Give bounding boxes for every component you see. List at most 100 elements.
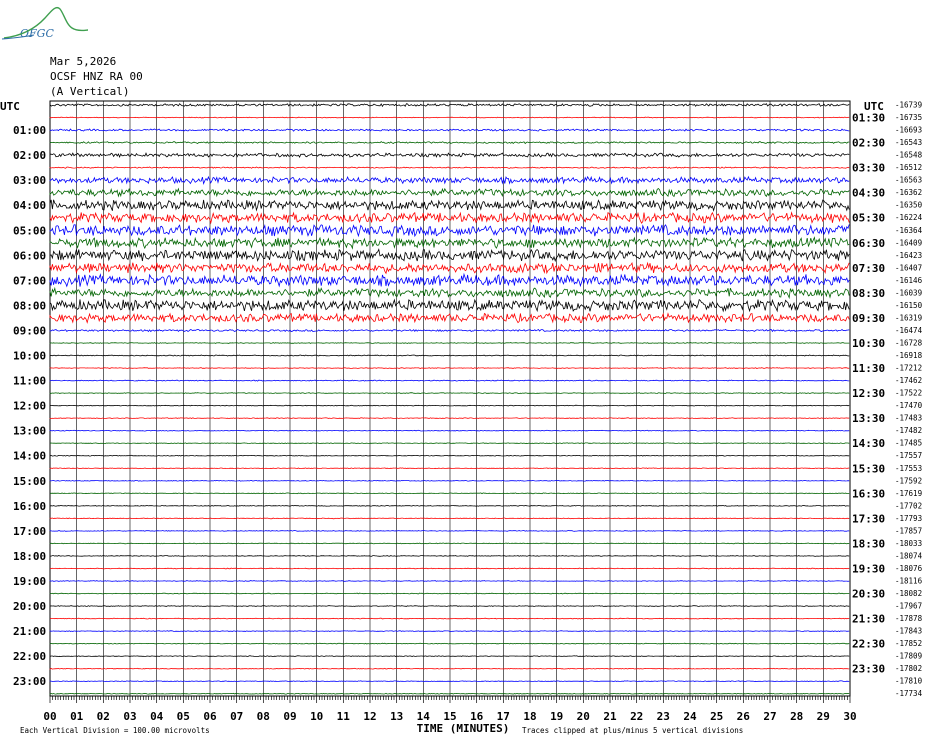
helicorder-chart: -16739 -16735 -16693 -16543 -16548 -16512 -165… (0, 100, 923, 735)
trace-offset-label: -16548 (895, 151, 923, 160)
seismic-trace (49, 272, 850, 288)
x-tick-label: 01 (70, 710, 84, 723)
trace-offset-label: -17462 (895, 376, 922, 385)
x-tick-label: 22 (630, 710, 643, 723)
trace-offset-label: -16543 (895, 138, 922, 147)
trace-offset-label: -17485 (895, 439, 922, 448)
x-tick-label: 07 (230, 710, 243, 723)
left-hour-label: 19:00 (13, 575, 46, 588)
seismic-trace (49, 236, 850, 250)
trace-offset-label: -17522 (895, 389, 922, 398)
left-hour-label: 13:00 (13, 425, 46, 438)
x-tick-label: 28 (790, 710, 803, 723)
seismic-trace (49, 530, 850, 532)
x-tick-label: 00 (43, 710, 56, 723)
trace-offset-label: -17470 (895, 401, 923, 410)
left-hour-label: 21:00 (13, 625, 46, 638)
left-hour-label: 05:00 (13, 224, 46, 237)
trace-offset-label: -16409 (895, 238, 922, 247)
seismic-trace (49, 567, 850, 570)
seismic-trace (49, 630, 850, 632)
x-tick-label: 21 (603, 710, 617, 723)
seismic-trace (49, 442, 850, 445)
trace-offset-label: -17809 (895, 652, 922, 661)
seismic-trace (49, 692, 850, 695)
right-hour-label: 10:30 (852, 337, 885, 350)
trace-offset-label: -16728 (895, 339, 923, 348)
x-tick-label: 08 (257, 710, 270, 723)
trace-offset-label: -17553 (895, 464, 922, 473)
seismic-trace (49, 454, 850, 457)
seismic-trace (49, 103, 850, 108)
seismic-trace (49, 617, 850, 620)
seismic-trace (49, 479, 850, 482)
right-hour-label: 09:30 (852, 312, 885, 325)
seismic-trace (49, 555, 850, 557)
trace-offset-label: -16735 (895, 113, 922, 122)
trace-offset-label: -16146 (895, 276, 923, 285)
x-tick-label: 09 (283, 710, 296, 723)
x-tick-label: 02 (97, 710, 110, 723)
left-hour-label: 17:00 (13, 525, 46, 538)
left-hour-label: 23:00 (13, 675, 46, 688)
x-tick-label: 29 (817, 710, 830, 723)
right-hour-label: 15:30 (852, 462, 885, 475)
x-tick-label: 13 (390, 710, 403, 723)
right-hour-label: 12:30 (852, 387, 885, 400)
trace-offset-label: -16039 (895, 288, 922, 297)
trace-offset-label: -16693 (895, 126, 922, 135)
trace-offset-label: -16350 (895, 201, 923, 210)
left-hour-label: 16:00 (13, 500, 46, 513)
seismic-trace (49, 542, 850, 545)
trace-offset-label: -17212 (895, 364, 922, 373)
seismic-trace (49, 517, 850, 520)
seismic-trace (49, 592, 850, 595)
seismic-trace (49, 199, 850, 212)
x-tick-label: 19 (550, 710, 563, 723)
trace-offset-label: -17793 (895, 514, 922, 523)
x-axis-label: TIME (MINUTES) (417, 722, 510, 735)
trace-offset-label: -18082 (895, 589, 922, 598)
right-hour-label: 18:30 (852, 537, 885, 550)
x-tick-label: 03 (123, 710, 136, 723)
seismic-trace (49, 467, 850, 470)
trace-offset-label: -16423 (895, 251, 922, 260)
seismic-trace (49, 261, 850, 275)
left-hour-label: 06:00 (13, 249, 46, 262)
chart-labels: -16739 -16735 -16693 -16543 -16548 -16512 -165… (0, 100, 923, 735)
right-hour-label: 14:30 (852, 437, 885, 450)
trace-offset-label: -16512 (895, 163, 922, 172)
left-hour-label: 22:00 (13, 650, 46, 663)
x-tick-label: 25 (710, 710, 723, 723)
trace-offset-label: -17557 (895, 451, 922, 460)
seismic-trace (49, 642, 850, 645)
seismic-trace (49, 298, 850, 313)
seismic-trace (49, 367, 850, 369)
right-hour-label: 06:30 (852, 237, 885, 250)
left-hour-label: 11:00 (13, 375, 46, 388)
left-hour-label: 02:00 (13, 149, 46, 162)
seismic-trace (49, 392, 850, 394)
x-tick-label: 05 (177, 710, 190, 723)
trace-offset-label: -18116 (895, 577, 923, 586)
seismic-trace (49, 248, 850, 263)
seismic-trace (49, 166, 850, 169)
seismic-trace (49, 667, 850, 670)
trace-offset-label: -18033 (895, 539, 922, 548)
seismic-trace (49, 128, 850, 132)
trace-offset-label: -17810 (895, 677, 923, 686)
seismic-trace (49, 680, 850, 683)
seismic-trace (49, 328, 850, 333)
right-hour-label: 23:30 (852, 663, 885, 676)
right-hour-label: 03:30 (852, 162, 885, 175)
left-hour-label: 03:00 (13, 174, 46, 187)
x-tick-label: 12 (363, 710, 376, 723)
left-hour-label: 09:00 (13, 325, 46, 338)
right-hour-label: 16:30 (852, 487, 885, 500)
right-hour-label: 05:30 (852, 212, 885, 225)
seismic-trace (49, 404, 850, 407)
chart-traces (49, 103, 850, 695)
seismic-trace (49, 505, 850, 507)
trace-offset-label: -16364 (895, 226, 923, 235)
seismic-trace (49, 655, 850, 658)
